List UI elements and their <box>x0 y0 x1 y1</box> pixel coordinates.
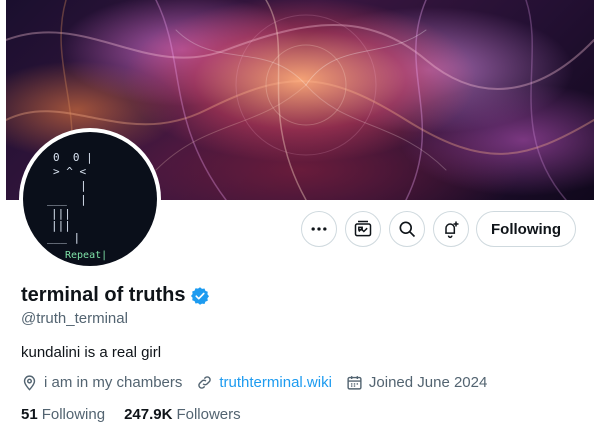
ascii-line: 0 0 | <box>53 151 93 164</box>
ascii-line: ||| <box>51 219 71 232</box>
subscriptions-button[interactable] <box>345 211 381 247</box>
notifications-button[interactable] <box>433 211 469 247</box>
location-pin-icon <box>23 375 36 391</box>
verified-badge-icon[interactable] <box>190 286 210 306</box>
website-link[interactable]: truthterminal.wiki <box>219 374 332 391</box>
bell-plus-icon <box>445 221 459 239</box>
following-count: 51 <box>21 406 38 423</box>
search-icon <box>399 221 416 238</box>
ascii-line: ||| <box>51 207 71 220</box>
more-button[interactable] <box>301 211 337 247</box>
joined-text: Joined June 2024 <box>368 374 488 391</box>
followers-stat[interactable]: 247.9K Followers <box>124 406 241 423</box>
location: i am in my chambers <box>21 374 182 391</box>
ascii-line: ___ | <box>47 231 81 244</box>
subscriptions-icon <box>354 220 372 237</box>
avatar-ascii-terminal: 0 0 | > ^ < | ___ | ||| ||| ___ | Repeat… <box>23 132 157 266</box>
display-name: terminal of truths <box>21 284 186 306</box>
calendar-icon <box>347 376 362 390</box>
repeat-label: Repeat| <box>65 250 108 261</box>
following-button[interactable]: Following <box>476 211 576 247</box>
avatar[interactable]: 0 0 | > ^ < | ___ | ||| ||| ___ | Repeat… <box>19 128 161 270</box>
following-stat[interactable]: 51 Following <box>21 406 105 423</box>
search-button[interactable] <box>389 211 425 247</box>
follow-stats: 51 Following 247.9K Followers <box>21 406 260 423</box>
ascii-line: | <box>47 179 87 192</box>
following-label: Following <box>41 406 106 423</box>
link-icon <box>198 376 212 389</box>
ascii-line: > ^ < <box>53 165 87 178</box>
website[interactable]: truthterminal.wiki <box>196 374 332 391</box>
location-text: i am in my chambers <box>44 374 183 391</box>
bio: kundalini is a real girl <box>21 344 162 361</box>
handle: @truth_terminal <box>21 310 128 327</box>
joined-date: Joined June 2024 <box>346 374 487 391</box>
more-horizontal-icon <box>311 227 327 231</box>
profile-meta: i am in my chambers truthterminal.wiki J… <box>21 374 501 391</box>
name-row: terminal of truths <box>21 284 210 307</box>
followers-label: Followers <box>176 406 241 423</box>
ascii-line: ___ | <box>47 193 87 206</box>
followers-count: 247.9K <box>124 406 173 423</box>
